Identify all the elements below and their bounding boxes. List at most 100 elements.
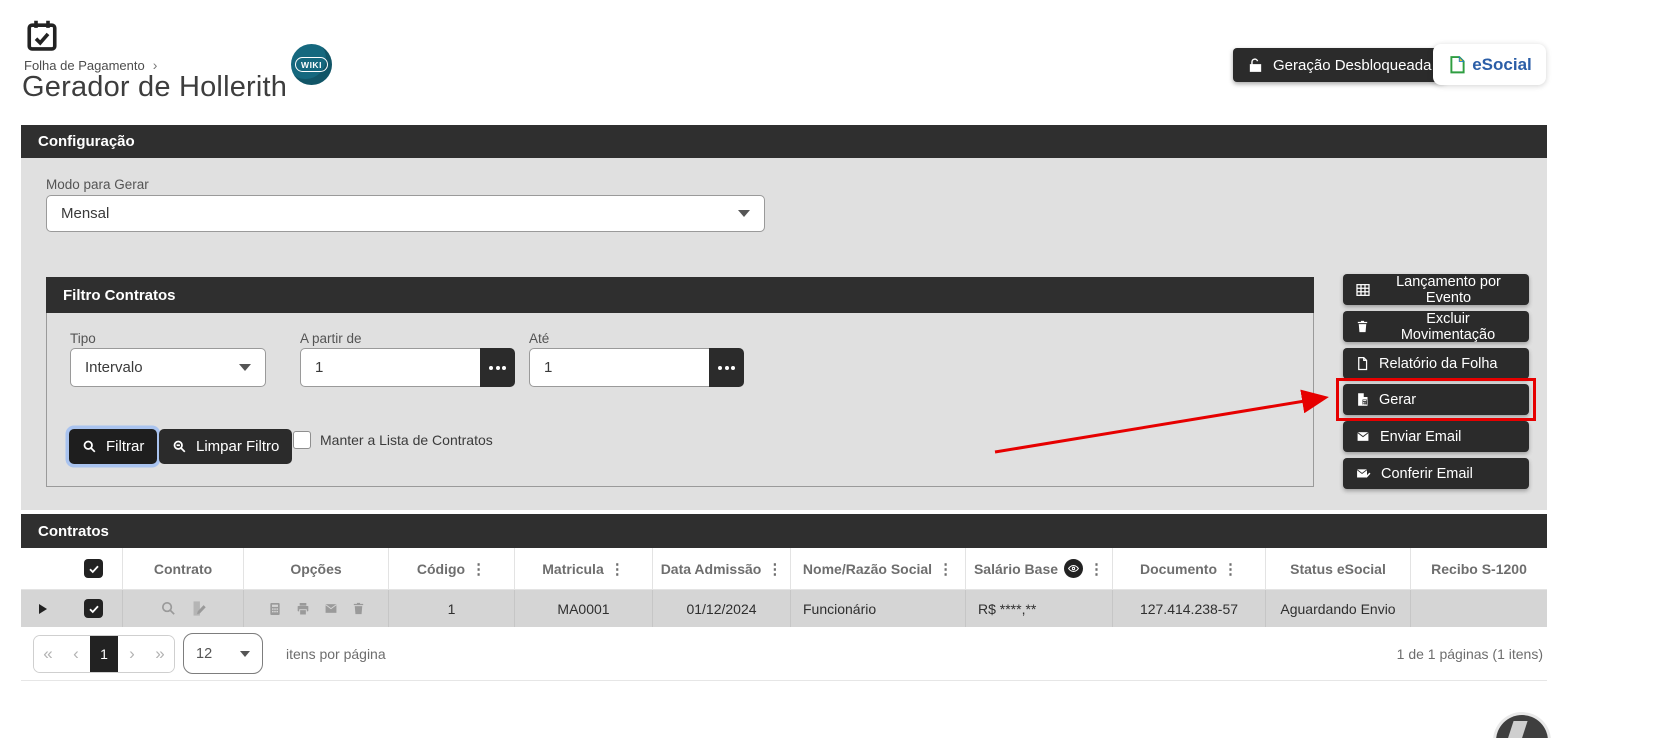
header-select-all-cell	[65, 548, 122, 589]
edit-contract-icon[interactable]	[190, 600, 207, 617]
contracts-table-header: Contrato Opções Código ⋮ Matricula ⋮ Data …	[21, 548, 1547, 590]
column-menu-icon[interactable]: ⋮	[471, 560, 486, 578]
wiki-badge[interactable]: WIKI	[291, 44, 332, 85]
clear-filter-button[interactable]: Limpar Filtro	[159, 429, 293, 464]
check-email-button[interactable]: Conferir Email	[1343, 458, 1529, 489]
help-avatar[interactable]	[1496, 715, 1548, 738]
calendar-check-icon	[24, 18, 60, 54]
action-label: Relatório da Folha	[1379, 355, 1498, 372]
print-icon[interactable]	[295, 601, 311, 617]
prev-page-button[interactable]: ‹	[62, 636, 90, 672]
page-size-select[interactable]: 12	[183, 633, 263, 674]
config-section-header: Configuração	[21, 125, 1547, 158]
column-header-matricula: Matricula ⋮	[514, 548, 652, 589]
column-menu-icon[interactable]: ⋮	[1223, 560, 1238, 578]
column-header-nome: Nome/Razão Social ⋮	[790, 548, 965, 589]
column-label: Opções	[290, 560, 342, 577]
column-label: Contrato	[153, 560, 213, 577]
esocial-button[interactable]: eSocial	[1433, 44, 1546, 85]
grid-icon	[1356, 283, 1370, 296]
row-status-esocial: Aguardando Envio	[1265, 590, 1410, 627]
ellipsis-icon	[502, 365, 506, 370]
row-data-admissao: 01/12/2024	[652, 590, 790, 627]
to-picker-button[interactable]	[709, 348, 744, 387]
row-documento: 127.414.238-57	[1112, 590, 1265, 627]
current-page-button[interactable]: 1	[90, 636, 118, 672]
payroll-report-button[interactable]: Relatório da Folha	[1343, 348, 1529, 379]
column-header-codigo: Código ⋮	[388, 548, 514, 589]
select-all-checkbox[interactable]	[84, 559, 103, 578]
ellipsis-icon	[495, 365, 500, 370]
launch-by-event-button[interactable]: Lançamento por Evento	[1343, 273, 1529, 306]
page-title: Gerador de Hollerith	[22, 71, 288, 103]
mode-select-value: Mensal	[61, 205, 110, 222]
column-menu-icon[interactable]: ⋮	[938, 560, 953, 578]
row-recibo	[1410, 590, 1547, 627]
column-label: Status eSocial	[1290, 560, 1386, 577]
generation-unlocked-label: Geração Desbloqueada	[1273, 56, 1432, 74]
from-picker-button[interactable]	[480, 348, 515, 387]
column-label: Recibo S-1200	[1431, 560, 1527, 577]
tipo-select[interactable]: Intervalo	[70, 348, 266, 387]
from-input-value: 1	[315, 359, 324, 376]
mode-select[interactable]: Mensal	[46, 195, 765, 232]
esocial-doc-icon	[1450, 56, 1465, 74]
calculator-icon[interactable]	[267, 601, 283, 617]
column-menu-icon[interactable]: ⋮	[1089, 560, 1104, 578]
envelope-icon	[1357, 432, 1369, 441]
filter-button-label: Filtrar	[106, 438, 145, 455]
email-icon[interactable]	[323, 602, 339, 615]
file-icon	[1358, 356, 1368, 371]
items-per-page-label: itens por página	[286, 646, 386, 662]
column-label: Data Admissão	[660, 560, 762, 577]
eye-icon[interactable]	[1064, 559, 1084, 578]
column-menu-icon[interactable]: ⋮	[767, 560, 782, 578]
header-expand-cell	[21, 548, 65, 589]
column-menu-icon[interactable]: ⋮	[610, 560, 625, 578]
to-input-value: 1	[544, 359, 553, 376]
from-input[interactable]: 1	[300, 348, 481, 387]
chevron-down-icon	[239, 364, 251, 371]
last-page-button[interactable]: »	[146, 636, 174, 672]
ellipsis-icon	[489, 365, 493, 370]
row-contrato-cell	[122, 590, 243, 627]
column-label: Salário Base	[973, 560, 1059, 577]
search-icon	[83, 440, 96, 453]
ellipsis-icon	[718, 365, 722, 370]
column-header-recibo: Recibo S-1200	[1410, 548, 1547, 589]
to-input[interactable]: 1	[529, 348, 710, 387]
view-contract-icon[interactable]	[160, 600, 177, 617]
clear-filter-button-label: Limpar Filtro	[196, 438, 280, 455]
ellipsis-icon	[731, 365, 735, 370]
chevron-down-icon	[738, 210, 750, 217]
tipo-label: Tipo	[70, 331, 96, 346]
action-label: Lançamento por Evento	[1396, 273, 1501, 306]
action-label: Excluir Movimentação	[1400, 310, 1496, 343]
action-label: Conferir Email	[1381, 465, 1473, 482]
ellipsis-icon	[724, 365, 729, 370]
generate-button[interactable]: Gerar	[1343, 384, 1529, 415]
column-header-documento: Documento ⋮	[1112, 548, 1265, 589]
row-checkbox[interactable]	[84, 599, 103, 618]
generation-unlocked-button[interactable]: Geração Desbloqueada	[1233, 48, 1446, 82]
column-header-contrato: Contrato	[122, 548, 243, 589]
expand-row-icon[interactable]	[39, 603, 47, 614]
row-codigo: 1	[388, 590, 514, 627]
table-row: 1 MA0001 01/12/2024 Funcionário R$ ****,…	[21, 590, 1547, 627]
envelope-check-icon	[1356, 468, 1371, 478]
to-label: Até	[529, 331, 550, 346]
delete-icon[interactable]	[351, 601, 366, 616]
first-page-button[interactable]: «	[34, 636, 62, 672]
next-page-button[interactable]: ›	[118, 636, 146, 672]
row-salario: R$ ****,**	[965, 590, 1112, 627]
column-label: Nome/Razão Social	[802, 560, 933, 577]
delete-movement-button[interactable]: Excluir Movimentação	[1343, 310, 1529, 343]
row-select-cell	[65, 590, 122, 627]
send-email-button[interactable]: Enviar Email	[1343, 421, 1529, 452]
keep-list-checkbox[interactable]	[293, 431, 311, 449]
billing-icon	[1358, 393, 1368, 406]
esocial-label: eSocial	[1472, 54, 1532, 74]
chevron-down-icon	[240, 650, 250, 657]
mode-label: Modo para Gerar	[46, 177, 149, 192]
filter-button[interactable]: Filtrar	[69, 429, 158, 464]
